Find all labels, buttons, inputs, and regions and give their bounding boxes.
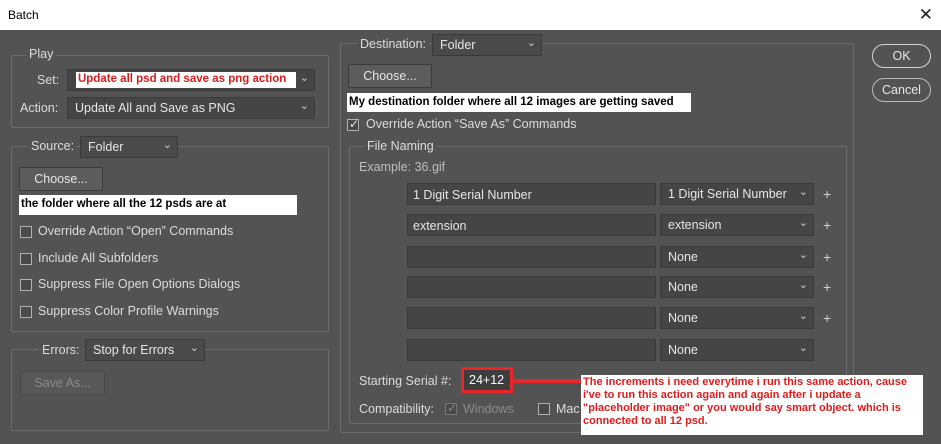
file-naming-label: File Naming — [364, 139, 437, 153]
source-select[interactable]: Folder ⌄ — [80, 136, 178, 158]
play-group-label: Play — [26, 47, 57, 61]
naming-select-1[interactable]: 1 Digit Serial Number ⌄ — [660, 183, 814, 205]
set-value: Update all psd and save as png action — [78, 73, 287, 85]
window-title: Batch — [8, 8, 39, 22]
starting-serial-label: Starting Serial #: — [359, 374, 452, 388]
chevron-down-icon: ⌄ — [798, 186, 808, 198]
naming-field-2[interactable]: extension — [407, 214, 656, 236]
compat-mac-label: Mac — [556, 402, 580, 416]
source-choose-button[interactable]: Choose... — [19, 167, 103, 191]
naming-field-3[interactable] — [407, 246, 656, 268]
override-save-as-checkbox[interactable] — [347, 117, 359, 131]
errors-select[interactable]: Stop for Errors ⌄ — [85, 339, 205, 361]
override-save-as-label: Override Action “Save As” Commands — [366, 117, 577, 131]
add-naming-row-1[interactable]: + — [823, 186, 831, 202]
suppress-color-warnings-checkbox[interactable] — [20, 306, 32, 318]
chevron-down-icon: ⌄ — [526, 37, 536, 49]
chevron-down-icon: ⌄ — [299, 100, 309, 112]
naming-field-6[interactable] — [407, 339, 656, 361]
chevron-down-icon: ⌄ — [798, 279, 808, 291]
set-label: Set: — [37, 73, 60, 87]
chevron-down-icon: ⌄ — [189, 342, 199, 354]
override-open-label: Override Action “Open” Commands — [38, 224, 234, 238]
title-bar: Batch ✕ — [0, 0, 941, 30]
suppress-color-warnings-label: Suppress Color Profile Warnings — [38, 304, 219, 318]
include-subfolders-label: Include All Subfolders — [38, 251, 159, 265]
compat-windows-checkbox[interactable] — [445, 401, 457, 415]
action-label: Action: — [20, 101, 59, 115]
chevron-down-icon: ⌄ — [798, 249, 808, 261]
file-naming-example: Example: 36.gif — [359, 160, 446, 174]
compat-mac-checkbox[interactable] — [538, 403, 550, 415]
chevron-down-icon: ⌄ — [162, 139, 172, 151]
starting-serial-input[interactable]: 24+12 — [461, 367, 513, 393]
naming-select-5-value: None — [668, 311, 698, 325]
naming-select-6-value: None — [668, 343, 698, 357]
naming-select-2[interactable]: extension ⌄ — [660, 214, 814, 236]
annotation-note: The increments i need everytime i run th… — [581, 375, 923, 435]
add-naming-row-5[interactable]: + — [823, 310, 831, 326]
action-select[interactable]: Update All and Save as PNG ⌄ — [67, 97, 315, 119]
close-icon[interactable]: ✕ — [919, 5, 933, 25]
add-naming-row-2[interactable]: + — [823, 217, 831, 233]
add-naming-row-3[interactable]: + — [823, 249, 831, 265]
chevron-down-icon: ⌄ — [798, 342, 808, 354]
naming-select-6[interactable]: None ⌄ — [660, 339, 814, 361]
compatibility-label: Compatibility: — [359, 402, 435, 416]
source-value: Folder — [88, 140, 124, 154]
include-subfolders-checkbox[interactable] — [20, 253, 32, 265]
chevron-down-icon: ⌄ — [299, 72, 309, 84]
naming-field-1[interactable]: 1 Digit Serial Number — [407, 183, 656, 205]
naming-select-1-value: 1 Digit Serial Number — [668, 187, 787, 201]
ok-button[interactable]: OK — [872, 44, 931, 68]
annotation-connector — [513, 379, 581, 383]
destination-choose-button[interactable]: Choose... — [348, 64, 432, 88]
save-as-button[interactable]: Save As... — [20, 371, 105, 395]
chevron-down-icon: ⌄ — [798, 310, 808, 322]
cancel-button[interactable]: Cancel — [872, 78, 931, 102]
suppress-open-options-checkbox[interactable] — [20, 279, 32, 291]
add-naming-row-4[interactable]: + — [823, 279, 831, 295]
destination-label: Destination: — [357, 37, 430, 51]
naming-select-4-value: None — [668, 280, 698, 294]
naming-field-5[interactable] — [407, 307, 656, 329]
destination-folder-note: My destination folder where all 12 image… — [347, 93, 691, 112]
naming-select-3-value: None — [668, 250, 698, 264]
naming-select-3[interactable]: None ⌄ — [660, 246, 814, 268]
naming-select-4[interactable]: None ⌄ — [660, 276, 814, 298]
compat-windows-label: Windows — [463, 402, 514, 416]
destination-select[interactable]: Folder ⌄ — [432, 34, 542, 56]
chevron-down-icon: ⌄ — [798, 217, 808, 229]
destination-value: Folder — [440, 38, 476, 52]
errors-value: Stop for Errors — [93, 343, 175, 357]
override-open-checkbox[interactable] — [20, 226, 32, 238]
source-folder-note: the folder where all the 12 psds are at — [19, 195, 297, 215]
set-select[interactable]: Update all psd and save as png action ⌄ — [67, 69, 315, 91]
suppress-open-options-label: Suppress File Open Options Dialogs — [38, 277, 241, 291]
naming-select-5[interactable]: None ⌄ — [660, 307, 814, 329]
naming-select-2-value: extension — [668, 218, 722, 232]
source-label: Source: — [28, 139, 78, 153]
naming-field-4[interactable] — [407, 276, 656, 298]
errors-label: Errors: — [39, 343, 83, 357]
action-value: Update All and Save as PNG — [75, 101, 236, 115]
